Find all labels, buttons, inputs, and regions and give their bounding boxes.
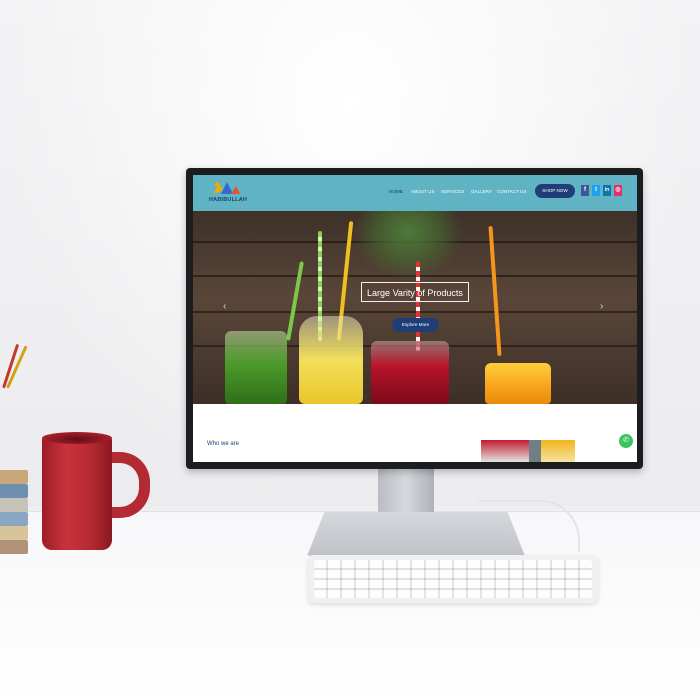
book: [0, 498, 28, 512]
about-section: Who we are ✆: [193, 404, 637, 462]
wood-plank-line: [193, 311, 637, 313]
site-logo[interactable]: HABIBULLAH: [209, 178, 249, 208]
hero-slider: ‹ › Large Varity of Products Explore Mor…: [193, 211, 637, 404]
lemonade-bottle: [299, 316, 363, 404]
red-mug: [42, 436, 112, 550]
facebook-icon[interactable]: f: [581, 185, 589, 196]
keyboard-keys: [314, 560, 592, 598]
book-stack: [0, 470, 30, 570]
monitor-screen: HABIBULLAH HOME ABOUT US SERVICES GALLER…: [193, 175, 637, 462]
book: [0, 470, 28, 484]
nav-gallery[interactable]: GALLERY: [471, 189, 492, 194]
book: [0, 512, 28, 526]
site-header: HABIBULLAH HOME ABOUT US SERVICES GALLER…: [193, 175, 637, 211]
twitter-icon[interactable]: t: [592, 185, 600, 196]
orange-drink-jar: [485, 363, 551, 404]
mug-rim: [42, 432, 112, 444]
whatsapp-icon[interactable]: ✆: [619, 434, 633, 448]
explore-more-button[interactable]: Explore More: [392, 318, 439, 332]
nav-home[interactable]: HOME: [389, 189, 403, 194]
about-image-berries: [481, 440, 529, 462]
slider-dots: [399, 393, 432, 404]
book: [0, 526, 28, 540]
orange-straw: [488, 226, 502, 356]
keyboard: [308, 555, 598, 603]
next-slide-arrow[interactable]: ›: [600, 301, 603, 312]
nav-about-us[interactable]: ABOUT US: [411, 189, 434, 194]
herb-leaves: [353, 211, 463, 281]
nav-services[interactable]: SERVICES: [441, 189, 464, 194]
brand-name: HABIBULLAH: [209, 197, 248, 203]
about-title: Who we are: [207, 441, 240, 447]
about-image-divider: [529, 440, 541, 462]
book: [0, 540, 28, 554]
logo-mark-icon: [213, 182, 240, 194]
about-image-orange: [541, 440, 575, 462]
green-drink-jar: [225, 331, 287, 404]
nav-contact-us[interactable]: CONTACT US: [497, 189, 526, 194]
instagram-icon[interactable]: ◎: [614, 185, 622, 196]
monitor-stand-base: [307, 512, 525, 556]
shop-now-button[interactable]: SHOP NOW: [535, 184, 575, 198]
prev-slide-arrow[interactable]: ‹: [223, 301, 226, 312]
linkedin-icon[interactable]: in: [603, 185, 611, 196]
red-straw: [416, 261, 420, 351]
book: [0, 484, 28, 498]
hero-title: Large Varity of Products: [361, 282, 469, 302]
